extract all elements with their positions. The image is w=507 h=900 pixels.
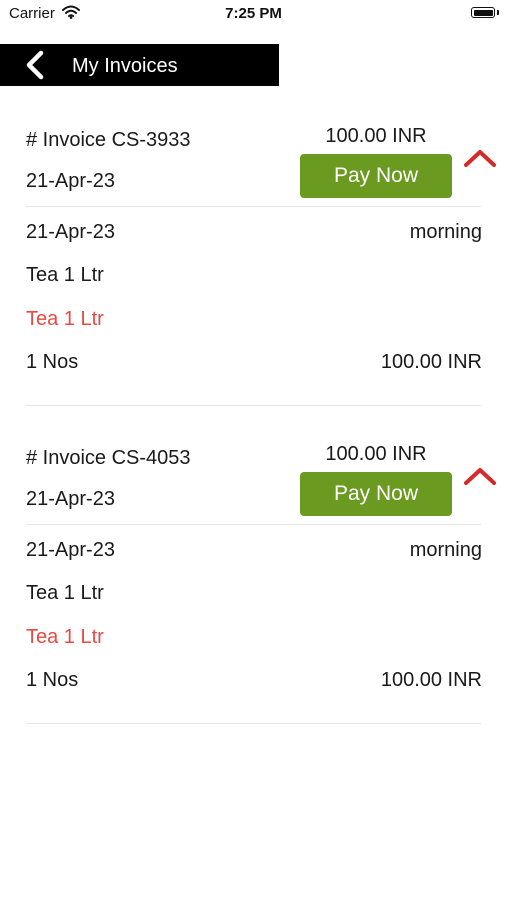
detail-date: 21-Apr-23 <box>26 221 115 243</box>
divider <box>26 524 481 525</box>
status-bar: Carrier 7:25 PM <box>0 0 507 30</box>
detail-slot: morning <box>409 221 482 243</box>
battery-tip <box>497 10 499 15</box>
invoice-amount: 100.00 INR <box>325 125 427 147</box>
detail-line-amount: 100.00 INR <box>380 669 482 691</box>
pay-now-button[interactable]: Pay Now <box>300 154 452 198</box>
detail-quantity: 1 Nos <box>26 351 79 373</box>
chevron-left-icon[interactable] <box>22 50 52 80</box>
invoice-number: # Invoice CS-4053 <box>26 447 191 469</box>
invoice-amount: 100.00 INR <box>325 443 427 465</box>
detail-slot: morning <box>409 539 482 561</box>
detail-item-red: Tea 1 Ltr <box>26 308 104 330</box>
battery-icon <box>471 7 495 18</box>
divider <box>26 405 481 406</box>
invoice-card: # Invoice CS-3933 21-Apr-23 100.00 INR P… <box>0 118 507 438</box>
detail-product: Tea 1 Ltr <box>26 582 104 604</box>
detail-date: 21-Apr-23 <box>26 539 115 561</box>
chevron-up-icon[interactable] <box>462 464 498 488</box>
divider <box>26 723 481 724</box>
divider <box>26 206 481 207</box>
clock: 7:25 PM <box>225 5 282 22</box>
pay-now-button[interactable]: Pay Now <box>300 472 452 516</box>
detail-line-amount: 100.00 INR <box>380 351 482 373</box>
nav-bar: My Invoices <box>0 44 279 86</box>
invoice-card: # Invoice CS-4053 21-Apr-23 100.00 INR P… <box>0 436 507 756</box>
detail-quantity: 1 Nos <box>26 669 79 691</box>
detail-product: Tea 1 Ltr <box>26 264 104 286</box>
invoice-date: 21-Apr-23 <box>26 488 115 510</box>
detail-item-red: Tea 1 Ltr <box>26 626 104 648</box>
invoice-number: # Invoice CS-3933 <box>26 129 191 151</box>
chevron-up-icon[interactable] <box>462 146 498 170</box>
page-title: My Invoices <box>72 55 178 77</box>
invoice-date: 21-Apr-23 <box>26 170 115 192</box>
